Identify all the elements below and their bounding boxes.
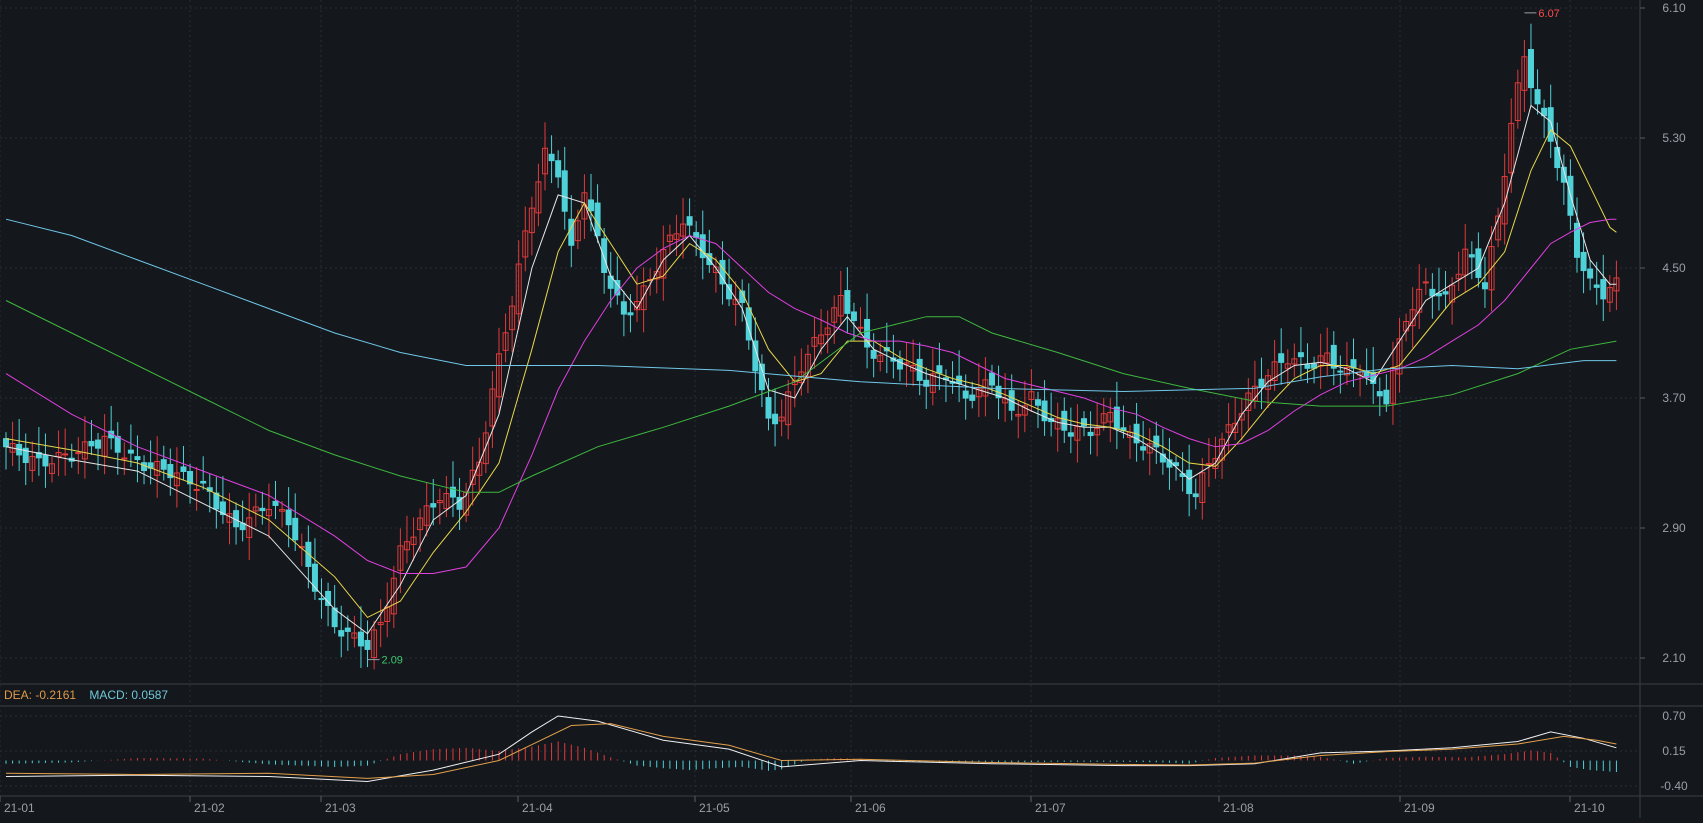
candle-body bbox=[1337, 370, 1344, 373]
candle-body bbox=[338, 630, 345, 637]
candle-body bbox=[1593, 284, 1600, 288]
candle-body bbox=[1297, 352, 1304, 358]
candle-body bbox=[292, 517, 299, 541]
time-tick-label: 21-05 bbox=[699, 801, 730, 815]
candle-body bbox=[588, 199, 595, 212]
chart-canvas[interactable]: 6.10 5.30 4.50 3.70 2.90 2.10 0.70 0.15 -0.40 21-… bbox=[0, 0, 1703, 818]
low-annotation: 2.09 bbox=[382, 655, 403, 667]
price-tick-label: 2.90 bbox=[1662, 521, 1686, 535]
candle-body bbox=[1376, 391, 1383, 397]
candle-body bbox=[1081, 418, 1087, 427]
candle-body bbox=[1554, 146, 1561, 169]
macd-tick-label: 0.15 bbox=[1662, 744, 1686, 758]
candle-body bbox=[1034, 399, 1041, 406]
candle-body bbox=[765, 397, 772, 419]
price-tick-label: 6.10 bbox=[1662, 1, 1686, 15]
high-annotation: 6.07 bbox=[1538, 8, 1559, 20]
price-tick-label: 2.10 bbox=[1662, 651, 1686, 665]
candle-body bbox=[285, 509, 292, 526]
candle-body bbox=[88, 440, 95, 447]
candle-body bbox=[1278, 353, 1285, 363]
candle-body bbox=[127, 449, 134, 454]
candle-body bbox=[1468, 254, 1475, 258]
time-tick-label: 21-07 bbox=[1035, 801, 1066, 815]
candle-body bbox=[75, 452, 82, 455]
candle-body bbox=[772, 413, 779, 425]
candle-body bbox=[962, 390, 969, 399]
macd-value-label: MACD: 0.0587 bbox=[89, 688, 169, 702]
candle-body bbox=[561, 170, 568, 212]
candle-body bbox=[988, 372, 995, 386]
candle-body bbox=[1192, 493, 1199, 498]
candle-body bbox=[141, 462, 148, 472]
candle-body bbox=[134, 456, 141, 461]
candle-body bbox=[601, 238, 608, 273]
candle-body bbox=[1186, 469, 1193, 495]
candle-body bbox=[1481, 282, 1488, 290]
time-tick-label: 21-04 bbox=[522, 801, 553, 815]
candle-body bbox=[193, 488, 200, 491]
candle-body bbox=[850, 311, 857, 321]
candle-body bbox=[548, 153, 555, 162]
macd-tick-label: -0.40 bbox=[1660, 779, 1688, 793]
candle-body bbox=[364, 639, 371, 650]
candle-body bbox=[627, 312, 634, 316]
candle-body bbox=[160, 459, 167, 470]
candle-body bbox=[1067, 432, 1074, 437]
candle-body bbox=[42, 454, 49, 467]
candle-body bbox=[200, 480, 207, 484]
candle-body bbox=[62, 453, 69, 456]
candle-body bbox=[213, 492, 220, 510]
candle-body bbox=[318, 598, 325, 601]
candle-body bbox=[1153, 435, 1160, 448]
candle-body bbox=[1140, 446, 1147, 451]
candle-body bbox=[1258, 378, 1265, 389]
price-tick-label: 3.70 bbox=[1662, 391, 1686, 405]
candle-body bbox=[870, 349, 877, 359]
candle-body bbox=[686, 216, 693, 226]
candle-body bbox=[594, 202, 601, 237]
candle-body bbox=[1087, 431, 1094, 437]
candle-body bbox=[844, 290, 851, 314]
candle-body bbox=[1442, 291, 1449, 295]
candle-body bbox=[272, 500, 279, 506]
candle-body bbox=[936, 365, 943, 374]
candle-body bbox=[555, 160, 562, 178]
dea-value-label: DEA: -0.2161 bbox=[4, 688, 77, 702]
time-tick-label: 21-02 bbox=[194, 801, 225, 815]
candle-body bbox=[430, 503, 437, 508]
candle-body bbox=[1547, 107, 1554, 142]
candle-body bbox=[95, 439, 102, 449]
candle-body bbox=[1587, 268, 1594, 279]
candle-body bbox=[1061, 410, 1068, 431]
candle-body bbox=[114, 435, 121, 453]
time-tick-label: 21-01 bbox=[4, 801, 35, 815]
price-tick-label: 4.50 bbox=[1662, 261, 1686, 275]
time-tick-label: 21-09 bbox=[1404, 801, 1435, 815]
candle-body bbox=[259, 507, 266, 512]
time-tick-label: 21-08 bbox=[1223, 801, 1254, 815]
candle-body bbox=[1422, 281, 1429, 284]
candle-body bbox=[1304, 364, 1311, 369]
candle-body bbox=[1527, 49, 1534, 89]
candle-body bbox=[3, 438, 9, 448]
time-tick-label: 21-10 bbox=[1574, 801, 1605, 815]
time-tick-label: 21-06 bbox=[855, 801, 886, 815]
time-tick-label: 21-03 bbox=[325, 801, 356, 815]
candle-body bbox=[344, 627, 351, 632]
macd-info-bar: DEA: -0.2161 MACD: 0.0587 bbox=[4, 688, 168, 702]
candle-body bbox=[1534, 89, 1541, 105]
price-tick-label: 5.30 bbox=[1662, 131, 1686, 145]
candle-body bbox=[1580, 251, 1587, 272]
candle-body bbox=[857, 326, 864, 329]
candle-body bbox=[180, 466, 187, 473]
macd-tick-label: 0.70 bbox=[1662, 709, 1686, 723]
candle-body bbox=[357, 631, 364, 647]
candle-body bbox=[1383, 389, 1390, 405]
stock-chart: 6.10 5.30 4.50 3.70 2.90 2.10 0.70 0.15 -0.40 21-… bbox=[0, 0, 1703, 818]
candle-body bbox=[1600, 279, 1607, 300]
candle-body bbox=[620, 301, 627, 315]
candle-body bbox=[969, 394, 976, 401]
